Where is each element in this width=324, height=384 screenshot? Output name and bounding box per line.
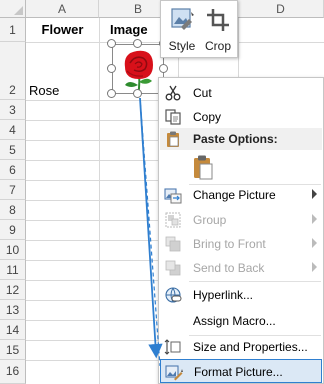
- crop-label: Crop: [204, 39, 231, 53]
- resize-handle-top-center[interactable]: [133, 39, 142, 48]
- row-header-13[interactable]: 13: [0, 300, 26, 320]
- menu-item-assign-macro-label: Assign Macro...: [193, 314, 276, 328]
- bring-to-front-icon: [165, 236, 181, 252]
- row-header-5[interactable]: 5: [0, 140, 26, 160]
- row-header-4[interactable]: 4: [0, 120, 26, 140]
- crop-icon: [207, 9, 229, 31]
- menu-item-change-picture[interactable]: Change Picture: [160, 183, 322, 207]
- scissors-icon: [165, 85, 181, 101]
- cell-b1-image-header[interactable]: Image: [110, 22, 158, 37]
- row-header-7[interactable]: 7: [0, 180, 26, 200]
- hyperlink-icon: [165, 287, 182, 303]
- paste-options-label: Paste Options:: [193, 132, 278, 146]
- resize-handle-middle-left[interactable]: [107, 64, 116, 73]
- mini-toolbar: Style Crop: [160, 0, 238, 58]
- menu-item-group-label: Group: [193, 213, 227, 227]
- menu-item-hyperlink-label: Hyperlink...: [193, 288, 254, 302]
- cell-a1-flower-header[interactable]: Flower: [26, 22, 99, 37]
- menu-item-cut-label: Cut: [193, 86, 212, 100]
- style-label: Style: [168, 39, 196, 53]
- submenu-arrow-icon: [312, 214, 317, 224]
- menu-item-assign-macro[interactable]: Assign Macro...: [160, 309, 322, 333]
- cell-a2-rose[interactable]: Rose: [29, 83, 59, 98]
- resize-handle-middle-right[interactable]: [159, 64, 168, 73]
- menu-item-format-picture[interactable]: Format Picture...: [160, 359, 322, 383]
- menu-item-change-picture-label: Change Picture: [193, 188, 276, 202]
- column-header-d[interactable]: D: [238, 0, 324, 18]
- gridline: [99, 18, 100, 384]
- row-header-2[interactable]: 2: [0, 42, 26, 100]
- row-header-15[interactable]: 15: [0, 340, 26, 360]
- menu-item-send-to-back-label: Send to Back: [193, 261, 265, 275]
- menu-item-bring-to-front[interactable]: Bring to Front: [160, 232, 322, 256]
- submenu-arrow-icon: [312, 189, 317, 199]
- menu-item-group[interactable]: Group: [160, 208, 322, 232]
- picture-style-icon: [171, 8, 194, 30]
- row-header-8[interactable]: 8: [0, 200, 26, 220]
- row-header-11[interactable]: 11: [0, 260, 26, 280]
- submenu-arrow-icon: [312, 262, 317, 272]
- select-all-corner[interactable]: [0, 0, 26, 18]
- menu-separator: [189, 281, 321, 282]
- row-header-10[interactable]: 10: [0, 240, 26, 260]
- menu-item-cut[interactable]: Cut: [160, 81, 322, 105]
- menu-item-size-and-properties[interactable]: Size and Properties...: [160, 335, 322, 359]
- row-header-16[interactable]: 16: [0, 360, 26, 384]
- paste-clipboard-icon: [194, 155, 213, 180]
- submenu-arrow-icon: [312, 238, 317, 248]
- menu-item-hyperlink[interactable]: Hyperlink...: [160, 283, 322, 307]
- clipboard-icon: [167, 131, 179, 147]
- change-picture-icon: [164, 188, 182, 204]
- paste-options-section: Paste Options:: [160, 128, 322, 150]
- menu-item-size-and-properties-label: Size and Properties...: [193, 340, 308, 354]
- resize-handle-bottom-center[interactable]: [133, 89, 142, 98]
- resize-handle-top-left[interactable]: [107, 39, 116, 48]
- resize-handle-bottom-left[interactable]: [107, 89, 116, 98]
- size-and-properties-icon: [164, 339, 181, 355]
- style-button[interactable]: Style: [165, 5, 199, 55]
- group-icon: [165, 212, 181, 228]
- paste-keep-formatting-button[interactable]: [190, 153, 216, 181]
- menu-item-copy[interactable]: Copy: [160, 105, 322, 129]
- row-header-9[interactable]: 9: [0, 220, 26, 240]
- row-header-1[interactable]: 1: [0, 18, 26, 42]
- menu-item-copy-label: Copy: [193, 110, 222, 124]
- row-header-6[interactable]: 6: [0, 160, 26, 180]
- menu-item-bring-to-front-label: Bring to Front: [193, 237, 266, 251]
- row-header-12[interactable]: 12: [0, 280, 26, 300]
- column-header-a[interactable]: A: [26, 0, 99, 18]
- rose-picture[interactable]: [112, 44, 164, 96]
- context-menu: Cut Copy Paste Options: Change Picture G…: [158, 77, 324, 384]
- crop-button[interactable]: Crop: [201, 5, 235, 55]
- row-header-14[interactable]: 14: [0, 320, 26, 340]
- format-picture-icon: [165, 365, 183, 381]
- menu-item-format-picture-label: Format Picture...: [194, 365, 283, 379]
- menu-item-send-to-back[interactable]: Send to Back: [160, 256, 322, 280]
- copy-icon: [165, 109, 181, 125]
- send-to-back-icon: [165, 260, 181, 276]
- row-header-3[interactable]: 3: [0, 100, 26, 120]
